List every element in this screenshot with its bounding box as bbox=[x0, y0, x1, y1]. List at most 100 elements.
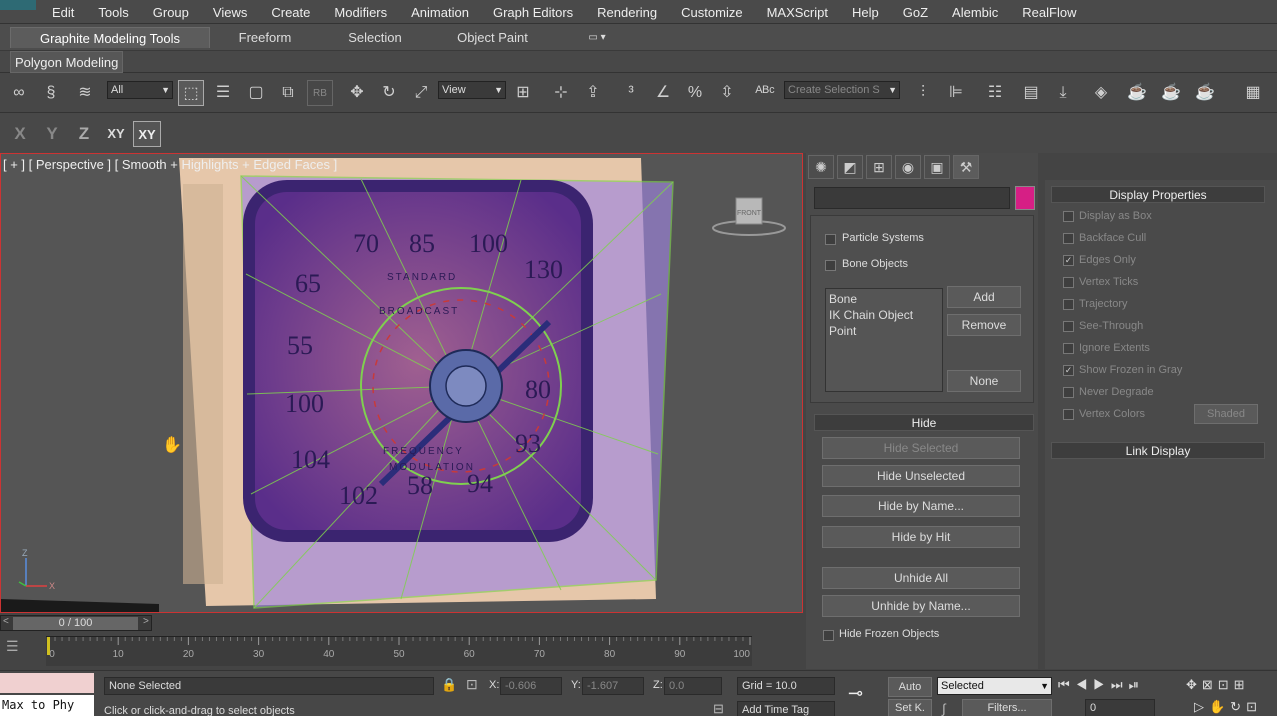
select-and-link-icon[interactable]: ∞ bbox=[6, 80, 32, 106]
menu-item-help[interactable]: Help bbox=[840, 5, 891, 20]
named-selection-set-dropdown[interactable]: Create Selection S ▼ bbox=[784, 81, 900, 99]
track-bar[interactable]: 0 10 20 30 40 50 60 70 80 90 100 bbox=[46, 636, 752, 666]
app-logo-icon[interactable] bbox=[0, 0, 36, 10]
menu-item-realflow[interactable]: RealFlow bbox=[1010, 5, 1088, 20]
object-color-swatch[interactable] bbox=[1015, 186, 1035, 210]
object-name-field[interactable] bbox=[814, 187, 1010, 209]
display-icon[interactable]: ▣ bbox=[924, 155, 950, 179]
hide-rollout-header[interactable]: Hide bbox=[814, 414, 1034, 431]
checkbox-particle-systems[interactable] bbox=[825, 234, 836, 245]
render-setup-icon[interactable]: ☕ bbox=[1124, 80, 1150, 106]
list-item[interactable]: IK Chain Object bbox=[829, 307, 939, 323]
current-frame-marker[interactable] bbox=[47, 637, 50, 655]
menu-item-animation[interactable]: Animation bbox=[399, 5, 481, 20]
mirror-icon[interactable]: ⫶ bbox=[910, 80, 936, 106]
tab-object-paint[interactable]: Object Paint bbox=[440, 27, 545, 48]
select-object-icon[interactable]: ⬚ bbox=[178, 80, 204, 106]
maxscript-listener-pink[interactable] bbox=[0, 673, 94, 693]
auto-key-button[interactable]: Auto bbox=[888, 677, 932, 697]
checkbox-display-as-box[interactable] bbox=[1063, 211, 1074, 222]
checkbox-edges-only[interactable]: ✓ bbox=[1063, 255, 1074, 266]
set-key-button[interactable]: Set K. bbox=[888, 699, 932, 716]
rectangular-selection-icon[interactable]: ▢ bbox=[243, 80, 269, 106]
axis-y-button[interactable]: Y bbox=[38, 121, 66, 147]
menu-item-goz[interactable]: GoZ bbox=[891, 5, 940, 20]
angle-snap-icon[interactable]: ∠ bbox=[650, 80, 676, 106]
axis-xy-cycle-button[interactable]: XY bbox=[133, 121, 161, 147]
menu-item-create[interactable]: Create bbox=[259, 5, 322, 20]
align-icon[interactable]: ⊫ bbox=[943, 80, 969, 106]
checkbox-vertex-ticks[interactable] bbox=[1063, 277, 1074, 288]
rb-button[interactable]: RB bbox=[307, 80, 333, 106]
curve-editor-icon[interactable]: ⤓ bbox=[1050, 80, 1076, 106]
material-editor-icon[interactable]: ◈ bbox=[1088, 80, 1114, 106]
unhide-by-name-button[interactable]: Unhide by Name... bbox=[822, 595, 1020, 617]
percent-snap-icon[interactable]: % bbox=[682, 80, 708, 106]
key-filter-dropdown[interactable]: Selected ▼ bbox=[937, 677, 1052, 695]
hide-unselected-button[interactable]: Hide Unselected bbox=[822, 465, 1020, 487]
menu-item-alembic[interactable]: Alembic bbox=[940, 5, 1010, 20]
menu-item-graph-editors[interactable]: Graph Editors bbox=[481, 5, 585, 20]
spinner-snap-icon[interactable]: ⇳ bbox=[714, 80, 740, 106]
default-in-out-tangent-icon[interactable]: ∫ bbox=[942, 701, 946, 716]
create-icon[interactable]: ✺ bbox=[808, 155, 834, 179]
hide-by-hit-button[interactable]: Hide by Hit bbox=[822, 526, 1020, 548]
keyboard-shortcut-toggle-icon[interactable]: ⇪ bbox=[580, 80, 606, 106]
perspective-viewport[interactable]: 70 85 100 130 65 55 100 104 102 58 94 93 80 STANDARD… bbox=[0, 153, 803, 613]
axis-x-button[interactable]: X bbox=[6, 121, 34, 147]
none-button[interactable]: None bbox=[947, 370, 1021, 392]
axis-z-button[interactable]: Z bbox=[70, 121, 98, 147]
hide-selected-button[interactable]: Hide Selected bbox=[822, 437, 1020, 459]
checkbox-never-degrade[interactable] bbox=[1063, 387, 1074, 398]
checkbox-ignore-extents[interactable] bbox=[1063, 343, 1074, 354]
selection-filter-dropdown[interactable]: All ▼ bbox=[107, 81, 173, 99]
unlink-icon[interactable]: § bbox=[38, 80, 64, 106]
menu-item-group[interactable]: Group bbox=[141, 5, 201, 20]
add-time-tag-field[interactable]: Add Time Tag bbox=[737, 701, 835, 716]
z-coord-field[interactable]: 0.0 bbox=[664, 677, 722, 695]
select-by-name-icon[interactable]: ☰ bbox=[210, 80, 236, 106]
select-and-move-icon[interactable]: ✥ bbox=[344, 80, 370, 106]
absolute-mode-icon[interactable]: ⊡ bbox=[466, 676, 478, 693]
list-item[interactable]: Bone bbox=[829, 291, 939, 307]
checkbox-backface-cull[interactable] bbox=[1063, 233, 1074, 244]
unhide-all-button[interactable]: Unhide All bbox=[822, 567, 1020, 589]
reference-coordinate-dropdown[interactable]: View ▼ bbox=[438, 81, 506, 99]
motion-icon[interactable]: ◉ bbox=[895, 155, 921, 179]
select-and-scale-icon[interactable]: ⤢ bbox=[408, 80, 434, 106]
select-and-rotate-icon[interactable]: ↻ bbox=[376, 80, 402, 106]
axis-xy-button[interactable]: XY bbox=[102, 121, 130, 147]
modify-icon[interactable]: ◩ bbox=[837, 155, 863, 179]
tab-graphite-modeling-tools[interactable]: Graphite Modeling Tools bbox=[10, 27, 210, 48]
y-coord-field[interactable]: -1.607 bbox=[582, 677, 644, 695]
category-listbox[interactable]: Bone IK Chain Object Point bbox=[825, 288, 943, 392]
menu-item-maxscript[interactable]: MAXScript bbox=[755, 5, 840, 20]
menu-item-views[interactable]: Views bbox=[201, 5, 259, 20]
lock-selection-icon[interactable]: 🔒 bbox=[441, 677, 457, 693]
playback-controls[interactable]: ⏮◀▶⏭⏯ bbox=[1058, 677, 1145, 693]
menu-item-edit[interactable]: Edit bbox=[40, 5, 86, 20]
time-slider-next-icon[interactable]: > bbox=[143, 616, 149, 627]
time-slider-thumb[interactable]: 0 / 100 bbox=[13, 617, 138, 630]
menu-item-rendering[interactable]: Rendering bbox=[585, 5, 669, 20]
checkbox-trajectory[interactable] bbox=[1063, 299, 1074, 310]
window-crossing-icon[interactable]: ⧉ bbox=[275, 80, 301, 106]
utilities-icon[interactable]: ⚒ bbox=[953, 155, 979, 179]
pivot-center-icon[interactable]: ⊞ bbox=[510, 80, 536, 106]
set-key-icon[interactable]: ⊸ bbox=[848, 683, 863, 704]
viewport-label[interactable]: [ + ] [ Perspective ] [ Smooth + Highlig… bbox=[3, 157, 337, 172]
menu-item-customize[interactable]: Customize bbox=[669, 5, 754, 20]
time-slider-prev-icon[interactable]: < bbox=[3, 616, 9, 627]
time-slider[interactable]: < 0 / 100 > bbox=[0, 615, 152, 631]
link-display-header[interactable]: Link Display bbox=[1051, 442, 1265, 459]
remove-button[interactable]: Remove bbox=[947, 314, 1021, 336]
navigation-controls[interactable]: ✥⊠⊡⊞ bbox=[1186, 677, 1250, 693]
tab-polygon-modeling[interactable]: Polygon Modeling bbox=[10, 51, 124, 73]
checkbox-bone-objects[interactable] bbox=[825, 260, 836, 271]
shaded-button[interactable]: Shaded bbox=[1194, 404, 1258, 424]
list-item[interactable]: Point bbox=[829, 323, 939, 339]
snaps-toggle-icon[interactable]: ³ bbox=[618, 80, 644, 106]
x-coord-field[interactable]: -0.606 bbox=[500, 677, 562, 695]
mini-curve-editor-icon[interactable]: ☰ bbox=[6, 638, 19, 655]
current-frame-field[interactable]: 0 bbox=[1085, 699, 1155, 716]
